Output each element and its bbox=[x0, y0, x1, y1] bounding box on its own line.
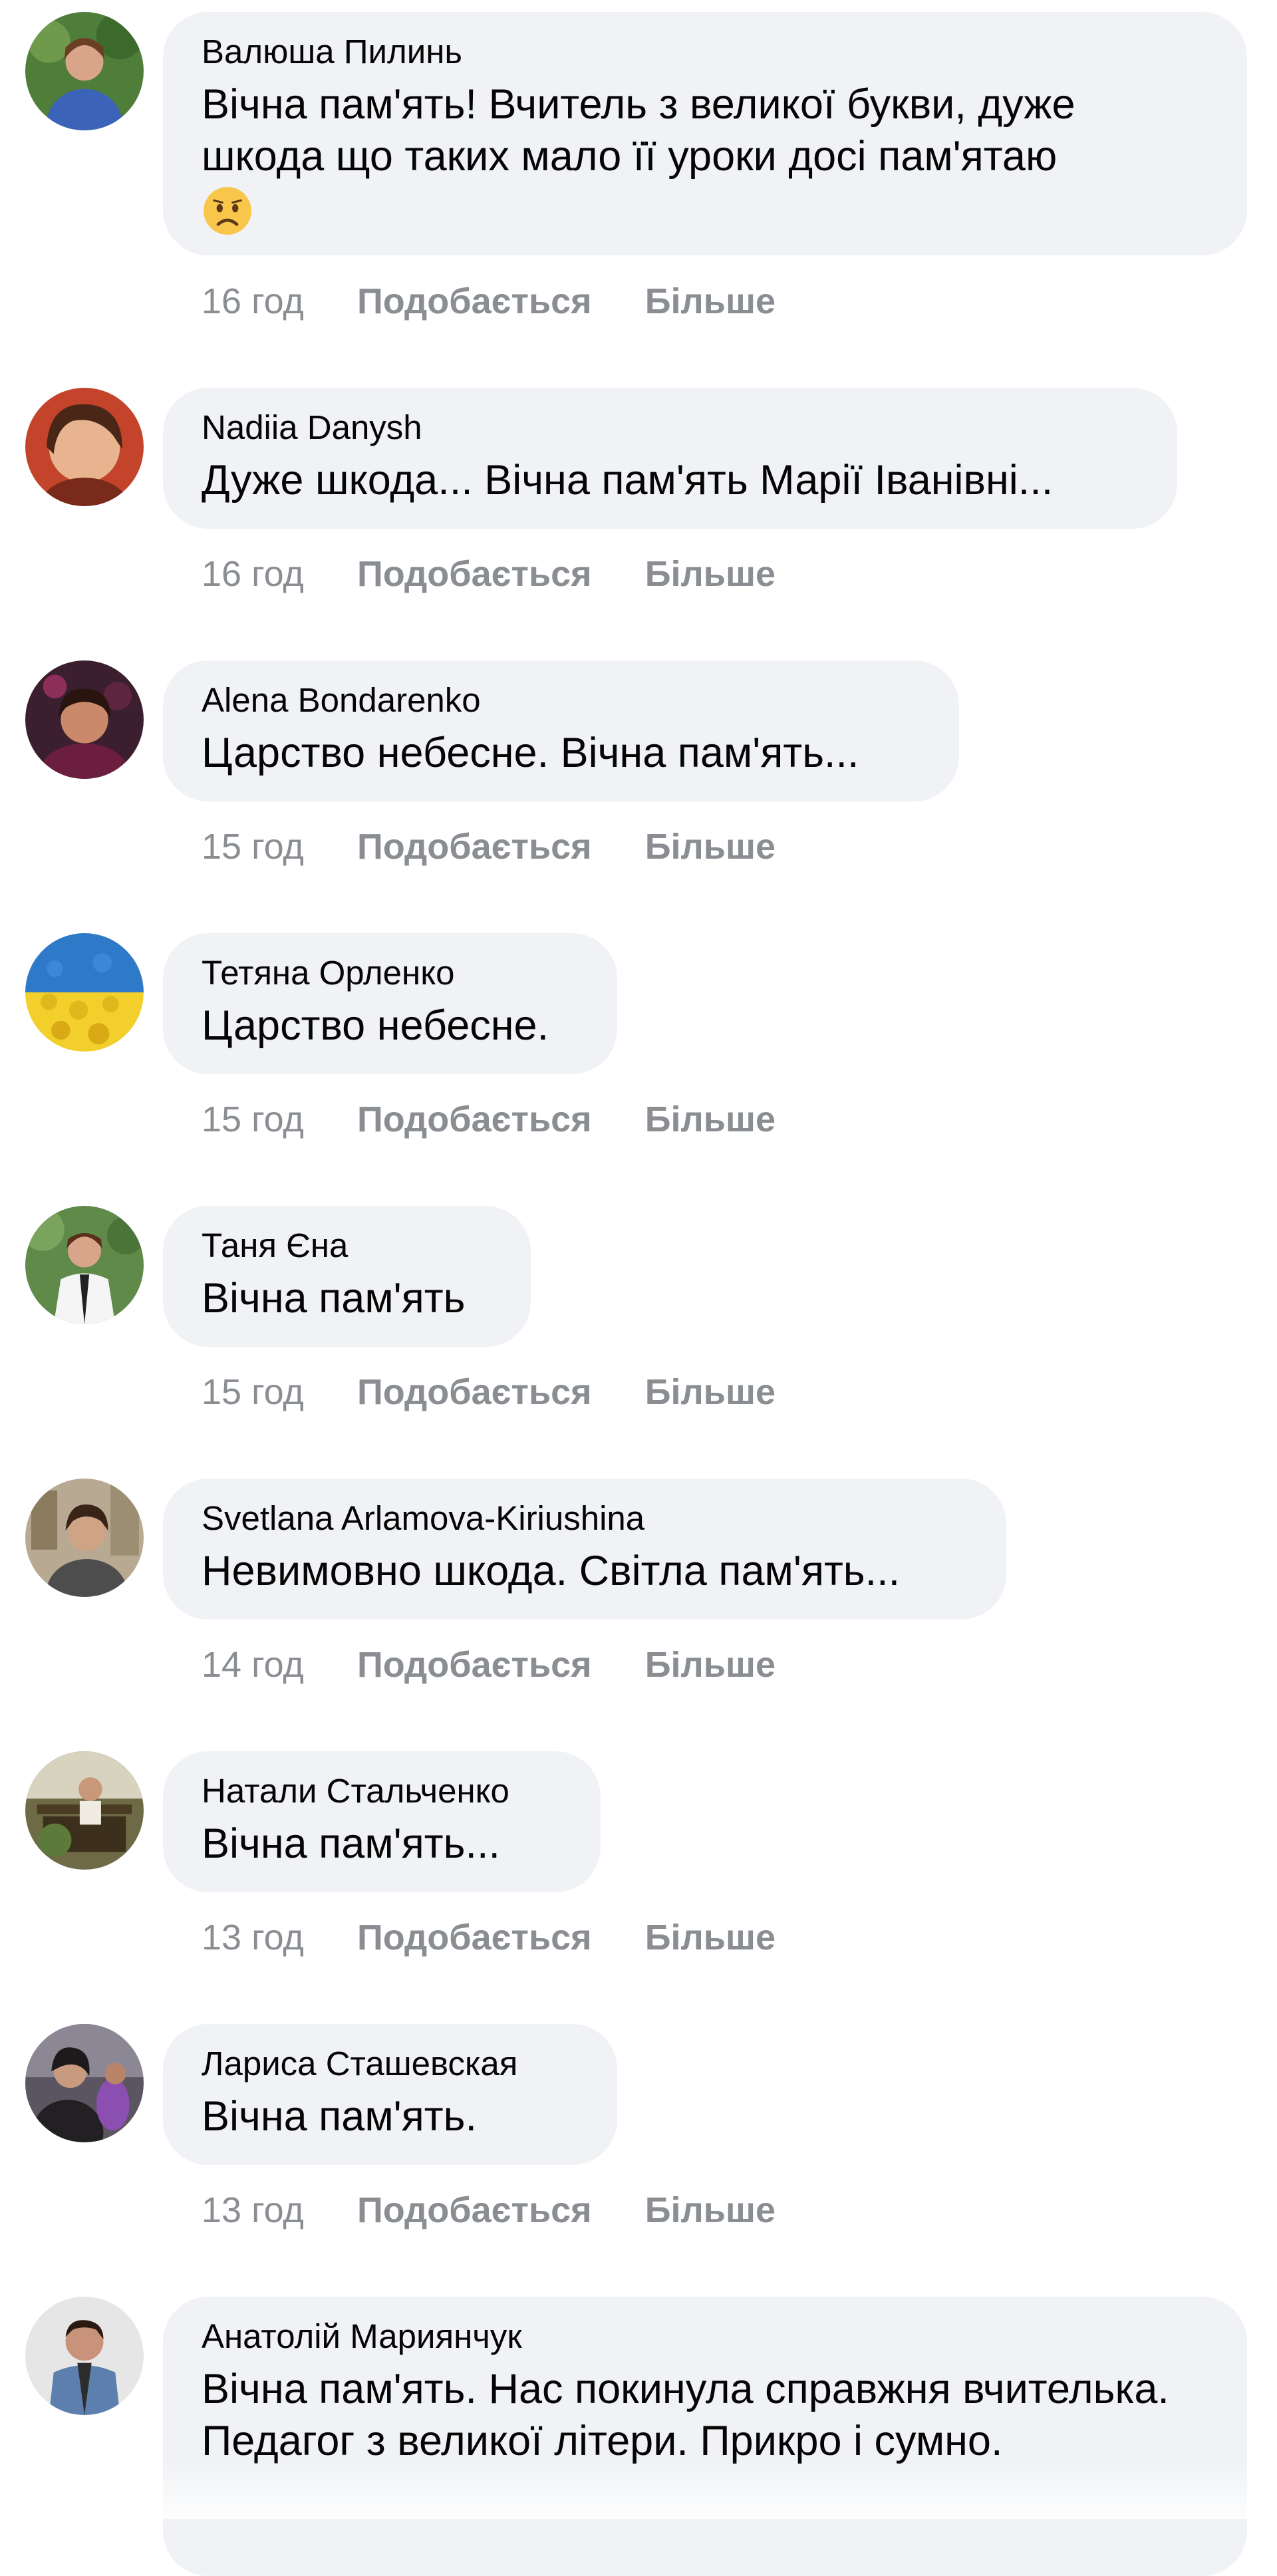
comment-actions: 15 год Подобається Більше bbox=[202, 1099, 776, 1139]
comment-text: Вічна пам'ять bbox=[202, 1275, 466, 1322]
sad-face-emoji bbox=[202, 185, 251, 235]
avatar-photo bbox=[25, 1751, 144, 1870]
comment-author[interactable]: Валюша Пилинь bbox=[202, 32, 1208, 72]
more-button[interactable]: Більше bbox=[645, 827, 776, 867]
comment-text: Невимовно шкода. Світла пам'ять... bbox=[202, 1548, 901, 1594]
comment-text: Вічна пам'ять. Нас покинула справжня вчи… bbox=[202, 2366, 1169, 2464]
avatar[interactable] bbox=[25, 2024, 144, 2142]
avatar-photo bbox=[25, 2024, 144, 2142]
comment-timestamp[interactable]: 16 год bbox=[202, 281, 304, 321]
avatar-photo bbox=[25, 12, 144, 130]
more-button[interactable]: Більше bbox=[645, 1918, 776, 1957]
avatar-photo bbox=[25, 388, 144, 506]
comment-author[interactable]: Таня Єна bbox=[202, 1226, 492, 1266]
avatar-photo bbox=[25, 933, 144, 1052]
comment-actions: 15 год Подобається Більше bbox=[202, 827, 776, 867]
bottom-fade bbox=[0, 2461, 1277, 2519]
comment-author[interactable]: Nadiia Danysh bbox=[202, 408, 1139, 448]
like-button[interactable]: Подобається bbox=[357, 827, 592, 867]
like-button[interactable]: Подобається bbox=[357, 1372, 592, 1412]
comment-author[interactable]: Svetlana Arlamova-Kiriushina bbox=[202, 1499, 968, 1538]
comment-bubble: Натали Стальченко Вічна пам'ять... bbox=[163, 1751, 601, 1892]
comment-text: Вічна пам'ять. bbox=[202, 2093, 477, 2140]
comment-bubble: Nadiia Danysh Дуже шкода... Вічна пам'ят… bbox=[163, 388, 1177, 529]
more-button[interactable]: Більше bbox=[645, 1645, 776, 1685]
comment-text: Царство небесне. bbox=[202, 1002, 549, 1049]
comment-bubble: Alena Bondarenko Царство небесне. Вічна … bbox=[163, 660, 959, 801]
comment-author[interactable]: Alena Bondarenko bbox=[202, 680, 921, 720]
comment-author[interactable]: Натали Стальченко bbox=[202, 1771, 562, 1811]
comment-bubble: Таня Єна Вічна пам'ять bbox=[163, 1206, 531, 1347]
comment-bubble: Анатолій Мариянчук Вічна пам'ять. Нас по… bbox=[163, 2297, 1247, 2576]
more-button[interactable]: Більше bbox=[645, 1372, 776, 1412]
avatar[interactable] bbox=[25, 1206, 144, 1324]
comment-text-wrap: Вічна пам'ять! Вчитель з великої букви, … bbox=[202, 78, 1208, 235]
more-button[interactable]: Більше bbox=[645, 554, 776, 594]
comment-actions: 16 год Подобається Більше bbox=[202, 281, 776, 321]
more-button[interactable]: Більше bbox=[645, 1099, 776, 1139]
like-button[interactable]: Подобається bbox=[357, 1918, 592, 1957]
avatar[interactable] bbox=[25, 12, 144, 130]
comment-text: Царство небесне. Вічна пам'ять... bbox=[202, 730, 859, 776]
comment-timestamp[interactable]: 15 год bbox=[202, 1099, 304, 1139]
avatar[interactable] bbox=[25, 2297, 144, 2415]
comment-author[interactable]: Лариса Сташевская bbox=[202, 2044, 579, 2084]
comment-timestamp[interactable]: 15 год bbox=[202, 827, 304, 867]
avatar[interactable] bbox=[25, 660, 144, 779]
comment-actions: 13 год Подобається Більше bbox=[202, 2190, 776, 2230]
avatar-photo bbox=[25, 2297, 144, 2415]
comment-timestamp[interactable]: 15 год bbox=[202, 1372, 304, 1412]
avatar-photo bbox=[25, 660, 144, 779]
comment-actions: 14 год Подобається Більше bbox=[202, 1645, 776, 1685]
comment-actions: 16 год Подобається Більше bbox=[202, 554, 776, 594]
comment-text: Дуже шкода... Вічна пам'ять Марії Іванів… bbox=[202, 457, 1054, 503]
comment-timestamp[interactable]: 13 год bbox=[202, 1918, 304, 1957]
comment-text: Вічна пам'ять! Вчитель з великої букви, … bbox=[202, 81, 1075, 180]
like-button[interactable]: Подобається bbox=[357, 1645, 592, 1685]
like-button[interactable]: Подобається bbox=[357, 1099, 592, 1139]
avatar[interactable] bbox=[25, 388, 144, 506]
like-button[interactable]: Подобається bbox=[357, 2190, 592, 2230]
comment-actions: 15 год Подобається Більше bbox=[202, 1372, 776, 1412]
comment-author[interactable]: Анатолій Мариянчук bbox=[202, 2317, 1208, 2357]
like-button[interactable]: Подобається bbox=[357, 281, 592, 321]
comment-text: Вічна пам'ять... bbox=[202, 1820, 500, 1867]
avatar[interactable] bbox=[25, 1479, 144, 1597]
comment-timestamp[interactable]: 16 год bbox=[202, 554, 304, 594]
avatar-photo bbox=[25, 1206, 144, 1324]
comment-timestamp[interactable]: 14 год bbox=[202, 1645, 304, 1685]
more-button[interactable]: Більше bbox=[645, 2190, 776, 2230]
comment-timestamp[interactable]: 13 год bbox=[202, 2190, 304, 2230]
avatar[interactable] bbox=[25, 1751, 144, 1870]
comment-actions: 13 год Подобається Більше bbox=[202, 1918, 776, 1957]
more-button[interactable]: Більше bbox=[645, 281, 776, 321]
avatar[interactable] bbox=[25, 933, 144, 1052]
comment-bubble: Валюша Пилинь Вічна пам'ять! Вчитель з в… bbox=[163, 12, 1247, 255]
comment-author[interactable]: Тетяна Орленко bbox=[202, 953, 579, 993]
comment-bubble: Лариса Сташевская Вічна пам'ять. bbox=[163, 2024, 617, 2165]
avatar-photo bbox=[25, 1479, 144, 1597]
comment-bubble: Svetlana Arlamova-Kiriushina Невимовно ш… bbox=[163, 1479, 1006, 1620]
comment-bubble: Тетяна Орленко Царство небесне. bbox=[163, 933, 617, 1074]
like-button[interactable]: Подобається bbox=[357, 554, 592, 594]
